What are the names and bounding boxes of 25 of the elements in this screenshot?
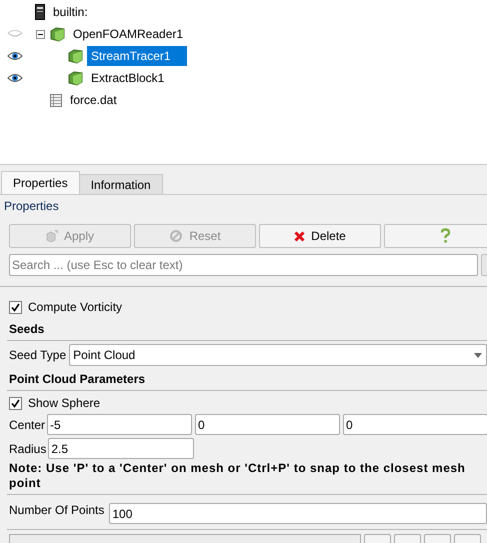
center-field[interactable]: -5 [47,414,192,435]
pipeline-item[interactable]: force.dat [66,90,121,110]
checkbox-label: Compute Vorticity [28,299,122,316]
points-field[interactable]: 100 [109,503,487,524]
search-field[interactable]: Search ... (use Esc to clear text) [9,254,478,276]
pipeline-item[interactable]: StreamTracer1 [87,46,187,66]
seed-type-dropdown[interactable]: Point Cloud [69,344,487,366]
pipeline-item[interactable]: ExtractBlock1 [87,68,168,88]
field-label: Number Of Points [9,502,104,519]
action-button[interactable]: Delete [259,224,381,248]
pipeline-item[interactable]: OpenFOAMReader1 [69,24,188,44]
section-heading: Seeds [9,322,44,336]
center-field[interactable]: 0 [343,414,487,435]
tab[interactable]: Properties [1,171,80,194]
section-heading: Point Cloud Parameters [9,372,146,386]
pipeline-item[interactable]: builtin: [49,2,92,22]
tab[interactable]: Information [78,174,163,194]
center-field[interactable]: 0 [195,414,340,435]
note-text: Note: Use 'P' to a 'Center' on mesh or 'Ctrl+P' to snap to the closest mesh point [9,461,466,490]
radius-field[interactable]: 2.5 [48,438,194,459]
checkbox-label: Show Sphere [28,395,100,412]
field-label: Center [9,416,46,434]
field-label: Radius [9,440,46,458]
panel-title: Properties [4,198,59,214]
field-label: Seed Type [9,347,66,364]
